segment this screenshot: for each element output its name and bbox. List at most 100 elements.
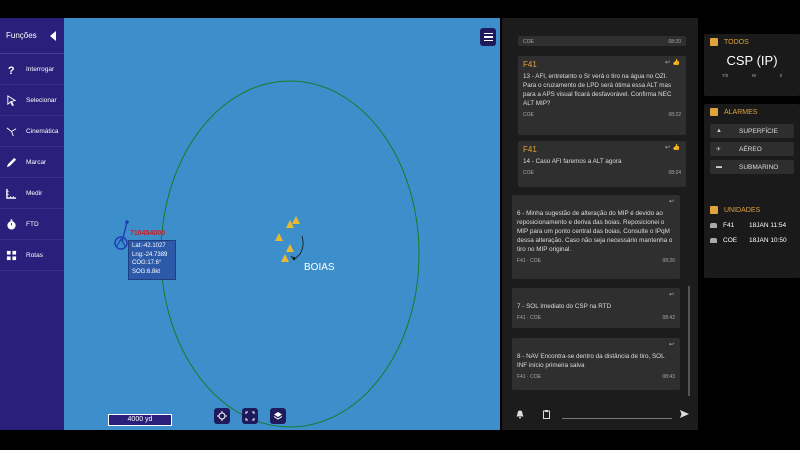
like-icon[interactable]: 👍: [673, 59, 680, 68]
kinematics-icon: [5, 125, 17, 137]
message-input[interactable]: [562, 418, 672, 419]
bottom-bar: [0, 430, 800, 450]
fullscreen-button[interactable]: [242, 408, 258, 424]
map-overlay: [114, 80, 420, 428]
unit-row[interactable]: F41 18JAN 11:54: [704, 218, 800, 233]
stat-value: 0: [779, 73, 783, 78]
vessel-name: CSP (IP): [726, 53, 778, 68]
send-icon[interactable]: [680, 410, 689, 418]
ship-icon: [710, 223, 717, 228]
message-text: 8 - NAV Encontra-se dentro da distância …: [517, 353, 665, 369]
track-info-box: Lat:-42.1027 Lng:-24.7389 COG:17.6° SOG:…: [128, 240, 176, 280]
collapse-arrow-icon[interactable]: [50, 30, 56, 41]
alarm-label: AÉREO: [739, 145, 762, 153]
unit-time: 18JAN 10:50: [749, 237, 787, 244]
sidebar-item-marcar[interactable]: Marcar: [0, 147, 64, 178]
bell-icon: [710, 108, 718, 116]
sidebar-header[interactable]: Funções: [0, 18, 64, 54]
unidades-panel: UNIDADES F41 18JAN 11:54 COE 18JAN 10:50: [704, 202, 800, 278]
clipboard-icon[interactable]: [543, 410, 550, 419]
buoy-marker: [275, 233, 283, 241]
chat-panel: COE 08:20 ↩ 👍 F41 13 - AFI, entretanto o …: [502, 18, 698, 430]
center-map-button[interactable]: [214, 408, 230, 424]
message-time: 08:42: [662, 315, 675, 321]
chat-input-bar: [502, 402, 698, 430]
message-from: F41: [523, 60, 537, 69]
unit-time: 18JAN 11:54: [749, 222, 787, 229]
sidebar-item-medir[interactable]: Medir: [0, 178, 64, 209]
unit-name: COE: [723, 237, 738, 244]
top-bar: [0, 0, 800, 18]
like-icon[interactable]: 👍: [673, 144, 680, 153]
message-text: 14 - Caso AFI faremos a ALT agora: [523, 158, 622, 165]
message-text: 13 - AFI, entretanto o Sr verá o tiro na…: [523, 73, 672, 107]
plane-icon: ✈: [716, 146, 722, 153]
cursor-icon: [5, 94, 17, 106]
buoy-marker: [292, 216, 300, 224]
track-symbol-arrow: [116, 237, 126, 247]
buoy-marker: [281, 254, 289, 262]
message-text: 6 - Minha sugestão de alteração do MIP é…: [517, 210, 673, 253]
map-scale: 4000 yd: [108, 414, 172, 426]
sidebar-item-ftd[interactable]: FTD: [0, 209, 64, 240]
reply-icon[interactable]: ↩: [665, 59, 670, 68]
stat-value: T/0: [721, 73, 729, 78]
chat-scrollbar[interactable]: [688, 286, 690, 396]
buoy-marker: [286, 244, 294, 252]
svg-text:?: ?: [7, 65, 14, 75]
track-heading-dot: [125, 220, 129, 224]
sidebar-item-label: Cinemática: [26, 127, 59, 135]
message-sender: F41: [517, 258, 526, 264]
chat-message: ↩ 👍 F41 13 - AFI, entretanto o Sr verá o…: [518, 56, 686, 135]
layers-button[interactable]: [270, 408, 286, 424]
crosshair-icon: [217, 411, 227, 421]
unit-name: F41: [723, 222, 735, 229]
sidebar-item-cinematica[interactable]: Cinemática: [0, 116, 64, 147]
message-sender-2: COE: [530, 258, 541, 264]
alarm-surface-button[interactable]: ▲ SUPERFÍCIE: [710, 124, 794, 138]
alarmes-panel: ALARMES ▲ SUPERFÍCIE ✈ AÉREO ▬ SUBMARINO: [704, 104, 800, 206]
fullscreen-icon: [245, 411, 255, 421]
bell-icon[interactable]: [516, 410, 524, 419]
message-sender: COE: [523, 39, 534, 45]
alarmes-title: ALARMES: [724, 108, 758, 116]
functions-sidebar: Funções ? Interrogar Selecionar Cinemáti…: [0, 18, 64, 430]
reply-icon[interactable]: ↩: [669, 198, 674, 207]
message-text: 7 - SOL Imediato do CSP na RTD: [517, 303, 612, 310]
submarine-icon: ▬: [716, 164, 722, 170]
track-cog: COG:17.6°: [132, 260, 162, 266]
sidebar-item-label: Rotas: [26, 251, 43, 259]
right-panel: TODOS CSP (IP) T/0 W 0 ALARMES ▲ SUPERFÍC…: [700, 18, 800, 430]
question-icon: ?: [5, 63, 17, 75]
timer-icon: [5, 218, 17, 230]
message-sender: F41: [517, 315, 526, 321]
message-from: F41: [523, 145, 537, 154]
chat-message: ↩ 👍 F41 14 - Caso AFI faremos a ALT agor…: [518, 141, 686, 187]
reply-icon[interactable]: ↩: [665, 144, 670, 153]
reply-icon[interactable]: ↩: [669, 341, 674, 350]
reply-icon[interactable]: ↩: [669, 291, 674, 300]
chat-message: ↩ 7 - SOL Imediato do CSP na RTD F41 · C…: [512, 288, 680, 328]
track-id-label[interactable]: 710454000: [130, 230, 165, 237]
ruler-icon: [5, 187, 17, 199]
layers-icon: [273, 412, 283, 420]
buoy-drift-line: [290, 235, 304, 261]
sidebar-item-label: Medir: [26, 189, 43, 197]
sidebar-item-rotas[interactable]: Rotas: [0, 240, 64, 271]
alarm-submarine-button[interactable]: ▬ SUBMARINO: [710, 160, 794, 174]
todos-panel: TODOS CSP (IP) T/0 W 0: [704, 34, 800, 96]
unit-row[interactable]: COE 18JAN 10:50: [704, 233, 800, 248]
sidebar-item-interrogar[interactable]: ? Interrogar: [0, 54, 64, 85]
alarm-label: SUBMARINO: [739, 163, 779, 171]
message-sender: COE: [523, 170, 534, 176]
message-time: 08:24: [668, 170, 681, 176]
tactical-map[interactable]: 710454000 Lat:-42.1027 Lng:-24.7389 COG:…: [64, 18, 500, 430]
map-menu-button[interactable]: [480, 28, 496, 46]
route-icon: [5, 249, 17, 261]
sidebar-item-label: Interrogar: [26, 65, 55, 73]
alarm-air-button[interactable]: ✈ AÉREO: [710, 142, 794, 156]
sidebar-title: Funções: [6, 31, 37, 40]
sidebar-item-selecionar[interactable]: Selecionar: [0, 85, 64, 116]
range-circle: [160, 80, 420, 428]
sidebar-item-label: Selecionar: [26, 96, 57, 104]
